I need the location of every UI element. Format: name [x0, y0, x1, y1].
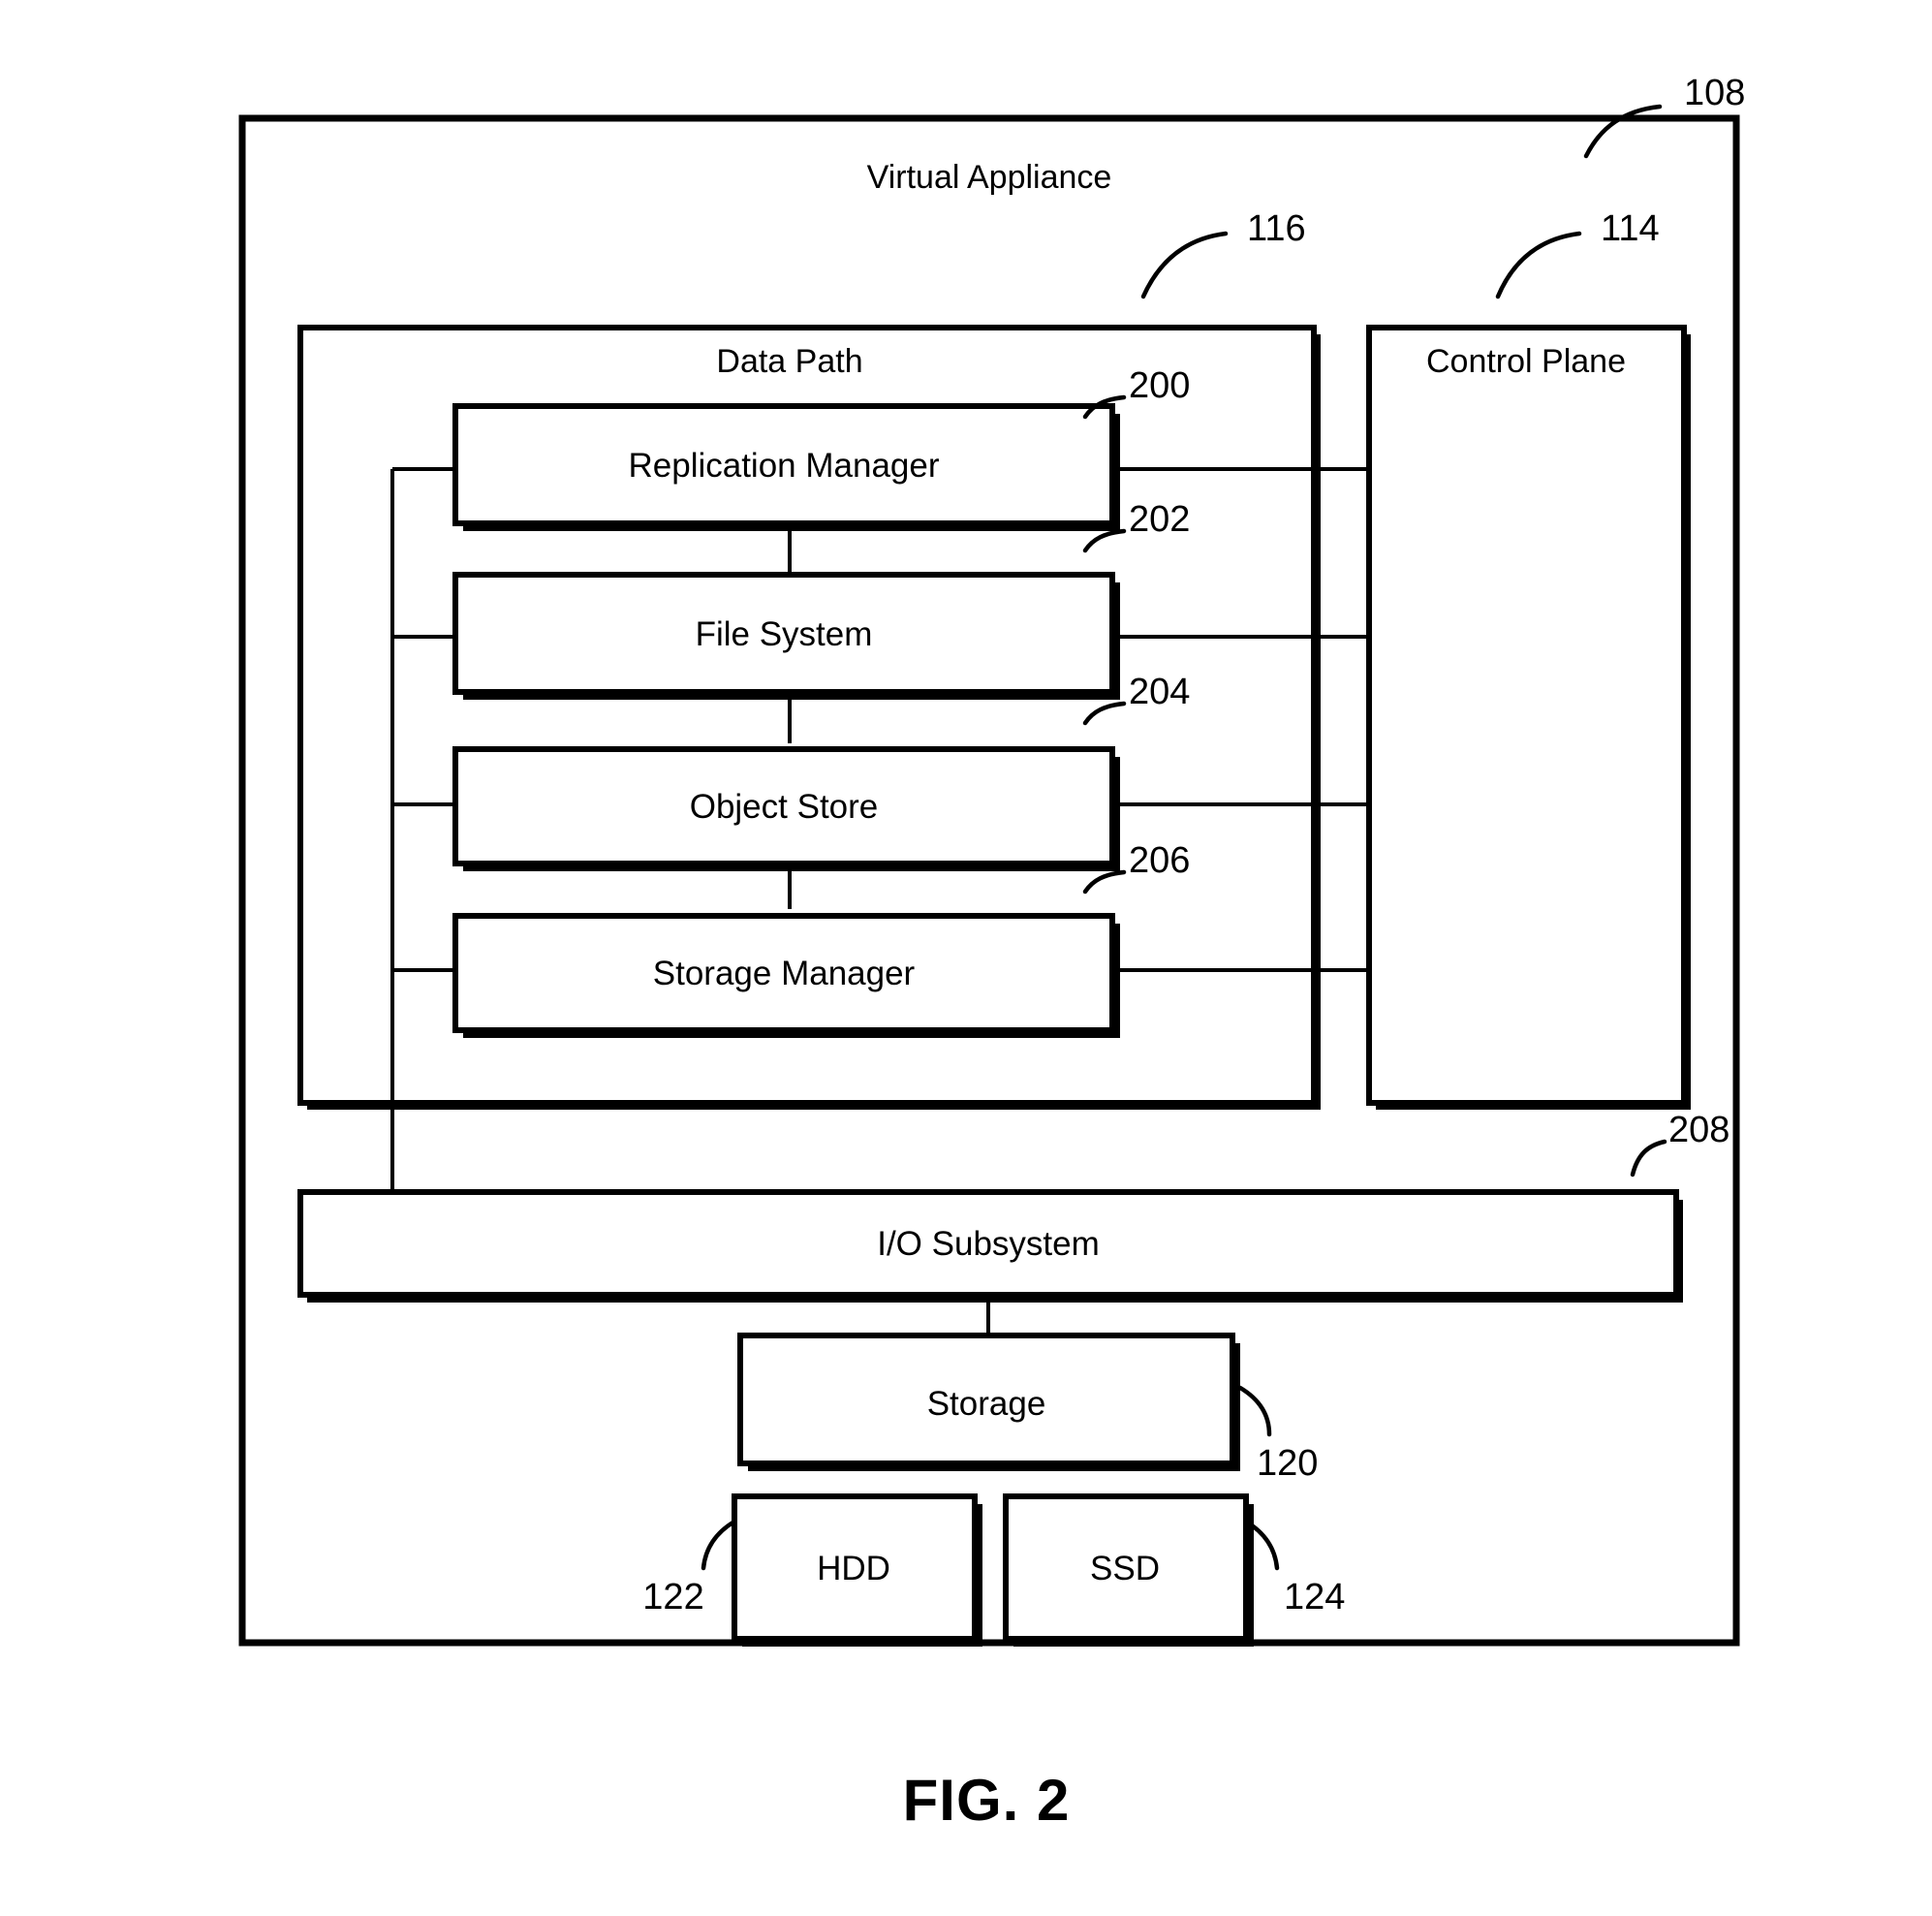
ref-label-122: 122 — [642, 1577, 703, 1618]
virtual-appliance-title: Virtual Appliance — [867, 159, 1112, 196]
storage-manager-label: Storage Manager — [653, 955, 916, 992]
ref-label-108: 108 — [1684, 73, 1745, 113]
hdd-label: HDD — [817, 1550, 890, 1587]
storage-label: Storage — [927, 1385, 1046, 1423]
ref-label-206: 206 — [1129, 840, 1190, 881]
data-path-title: Data Path — [716, 343, 862, 380]
diagram-canvas: Virtual Appliance 108 Data Path 116 Cont… — [238, 73, 1745, 1833]
storage-block: Storage 120 — [737, 1333, 1318, 1484]
ref-label-208: 208 — [1668, 1110, 1729, 1150]
ref-label-204: 204 — [1129, 672, 1190, 712]
control-plane-container: Control Plane 114 — [1366, 208, 1691, 1110]
io-subsystem-label: I/O Subsystem — [877, 1225, 1100, 1263]
ref-label-202: 202 — [1129, 499, 1190, 540]
ref-label-200: 200 — [1129, 365, 1190, 406]
ref-label-124: 124 — [1284, 1577, 1345, 1618]
ref-label-114: 114 — [1601, 208, 1660, 249]
ref-label-116: 116 — [1247, 208, 1306, 249]
ref-label-120: 120 — [1257, 1443, 1318, 1484]
patent-figure: Virtual Appliance 108 Data Path 116 Cont… — [0, 0, 1932, 1916]
ssd-label: SSD — [1090, 1550, 1160, 1587]
replication-manager-label: Replication Manager — [628, 447, 939, 485]
object-store-label: Object Store — [690, 788, 879, 826]
control-plane-title: Control Plane — [1426, 343, 1626, 380]
figure-caption: FIG. 2 — [903, 1768, 1071, 1833]
file-system-label: File System — [696, 615, 873, 653]
